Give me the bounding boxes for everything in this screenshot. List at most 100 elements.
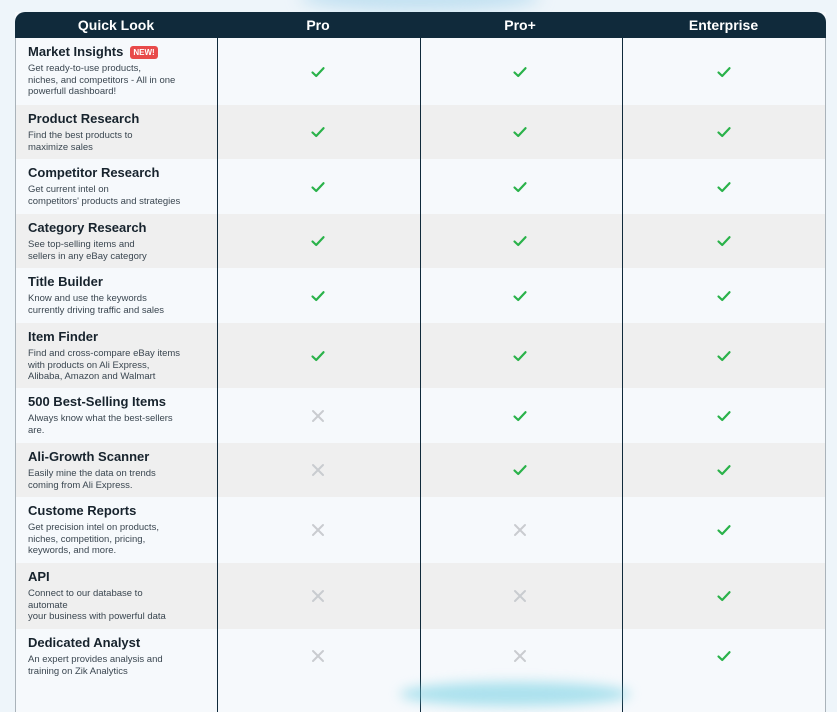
feature-name: Ali-Growth Scanner: [28, 449, 150, 464]
feature-title: 500 Best-Selling Items: [28, 394, 209, 410]
feature-title: Category Research: [28, 220, 209, 236]
check-icon: [716, 179, 732, 195]
feature-cell: Ali-Growth Scanner Easily mine the data o…: [15, 443, 217, 497]
feature-description: Easily mine the data on trends coming fr…: [28, 468, 156, 491]
feature-name: Custome Reports: [28, 503, 137, 518]
plan-cell-pro-plus: [419, 323, 621, 388]
plan-cell-enterprise: [621, 105, 826, 159]
feature-title: Dedicated Analyst: [28, 635, 209, 651]
check-icon: [310, 64, 326, 80]
cross-icon: [310, 648, 326, 664]
check-icon: [716, 462, 732, 478]
feature-cell: 500 Best-Selling Items Always know what t…: [15, 388, 217, 443]
feature-description: See top-selling items and sellers in any…: [28, 239, 147, 262]
feature-cell: API Connect to our database to automate y…: [15, 563, 217, 629]
feature-title: Market Insights NEW!: [28, 44, 209, 60]
plan-cell-pro: [217, 268, 419, 323]
plan-cell-enterprise: [621, 268, 826, 323]
feature-name: Category Research: [28, 220, 147, 235]
plan-cell-enterprise: [621, 159, 826, 214]
feature-name: Market Insights: [28, 44, 124, 59]
plan-cell-pro-plus: [419, 497, 621, 563]
feature-title: Ali-Growth Scanner: [28, 449, 209, 465]
feature-description: Get current intel on competitors' produc…: [28, 184, 181, 207]
plan-cell-pro-plus: [419, 159, 621, 214]
feature-description: Know and use the keywords currently driv…: [28, 293, 165, 316]
check-icon: [310, 233, 326, 249]
plan-cell-pro: [217, 159, 419, 214]
check-icon: [512, 348, 528, 364]
bottom-glow: [400, 682, 630, 706]
cross-icon: [310, 408, 326, 424]
header-enterprise: Enterprise: [688, 17, 759, 33]
feature-cell: Custome Reports Get precision intel on pr…: [15, 497, 217, 563]
plan-cell-pro-plus: [419, 629, 621, 682]
cross-icon: [310, 462, 326, 478]
feature-name: Item Finder: [28, 329, 99, 344]
check-icon: [512, 124, 528, 140]
feature-description: Get ready-to-use products, niches, and c…: [28, 63, 176, 97]
check-icon: [716, 124, 732, 140]
check-icon: [716, 408, 732, 424]
plan-cell-enterprise: [621, 563, 826, 629]
cross-icon: [310, 588, 326, 604]
column-divider: [622, 38, 623, 712]
plan-cell-enterprise: [621, 388, 826, 443]
check-icon: [512, 462, 528, 478]
feature-title: Competitor Research: [28, 165, 209, 181]
plan-cell-pro-plus: [419, 563, 621, 629]
check-icon: [512, 408, 528, 424]
check-icon: [716, 588, 732, 604]
plan-cell-enterprise: [621, 323, 826, 388]
plan-cell-pro: [217, 323, 419, 388]
check-icon: [310, 124, 326, 140]
plan-cell-pro-plus: [419, 443, 621, 497]
plan-cell-pro: [217, 38, 419, 105]
plan-cell-enterprise: [621, 443, 826, 497]
feature-title: API: [28, 569, 209, 585]
feature-cell: Category Research See top-selling items a…: [15, 214, 217, 268]
feature-title: Title Builder: [28, 274, 209, 290]
feature-description: Find the best products to maximize sales: [28, 130, 133, 153]
check-icon: [512, 64, 528, 80]
feature-description: Always know what the best-sellers are.: [28, 413, 173, 436]
feature-cell: Product Research Find the best products t…: [15, 105, 217, 159]
feature-name: 500 Best-Selling Items: [28, 394, 166, 409]
column-divider: [420, 38, 421, 712]
check-icon: [716, 288, 732, 304]
plan-cell-pro: [217, 105, 419, 159]
check-icon: [310, 179, 326, 195]
plan-cell-pro: [217, 497, 419, 563]
feature-cell: Title Builder Know and use the keywords c…: [15, 268, 217, 323]
check-icon: [716, 348, 732, 364]
feature-title: Product Research: [28, 111, 209, 127]
plan-cell-pro-plus: [419, 105, 621, 159]
check-icon: [512, 179, 528, 195]
table-right-border: [825, 38, 826, 712]
plan-cell-enterprise: [621, 38, 826, 105]
feature-description: Connect to our database to automate your…: [28, 588, 166, 622]
plan-cell-pro: [217, 563, 419, 629]
check-icon: [310, 348, 326, 364]
feature-cell: Market Insights NEW! Get ready-to-use prod…: [15, 38, 217, 105]
plan-cell-pro-plus: [419, 388, 621, 443]
check-icon: [716, 233, 732, 249]
comparison-table: Quick Look Pro Pro+ Enterprise Market In…: [15, 12, 826, 712]
cross-icon: [512, 588, 528, 604]
table-header: Quick Look Pro Pro+ Enterprise: [15, 12, 826, 38]
feature-name: Title Builder: [28, 274, 103, 289]
plan-cell-pro-plus: [419, 214, 621, 268]
plan-cell-pro-plus: [419, 38, 621, 105]
new-badge: NEW!: [130, 45, 158, 59]
feature-name: Dedicated Analyst: [28, 635, 141, 650]
feature-name: Product Research: [28, 111, 140, 126]
plan-cell-pro: [217, 443, 419, 497]
feature-description: Get precision intel on products, niches,…: [28, 522, 159, 556]
column-divider: [217, 38, 218, 712]
check-icon: [716, 64, 732, 80]
plan-cell-pro: [217, 629, 419, 682]
cross-icon: [512, 648, 528, 664]
plan-cell-enterprise: [621, 497, 826, 563]
cross-icon: [310, 522, 326, 538]
check-icon: [512, 233, 528, 249]
